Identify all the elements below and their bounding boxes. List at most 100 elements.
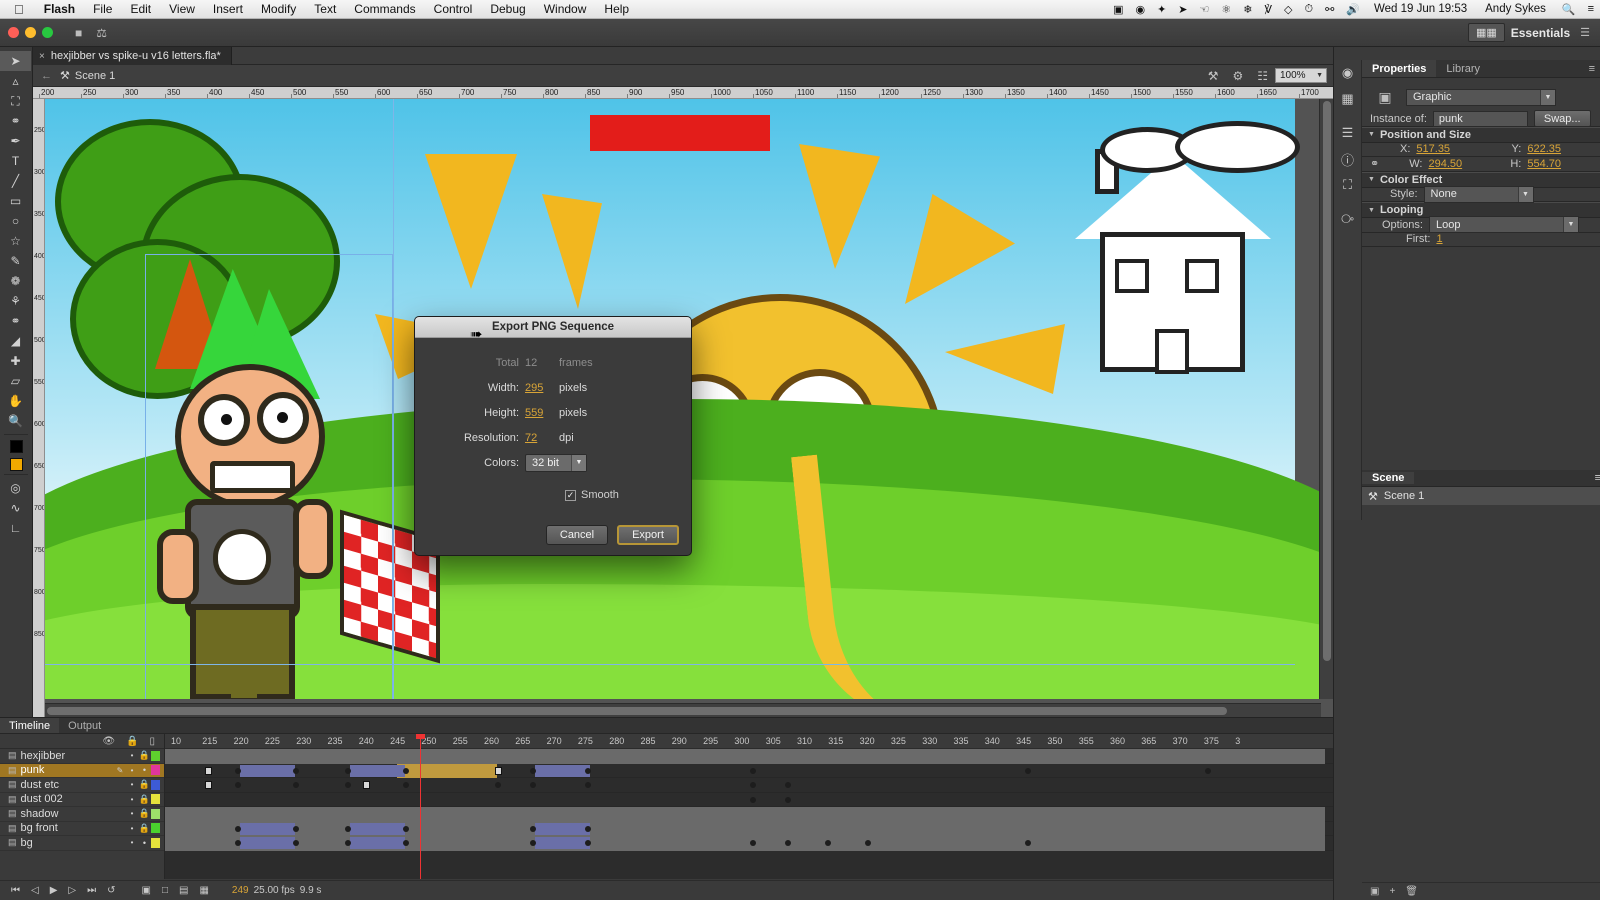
keyframe[interactable] [345,767,351,774]
search-icon[interactable]: 🔍 [1556,3,1582,16]
blank-keyframe[interactable] [205,766,212,775]
user-name[interactable]: Andy Sykes [1475,3,1556,15]
first-value[interactable]: 1 [1436,233,1442,245]
keyframe[interactable] [345,840,351,846]
edit-symbol-icon[interactable]: ⚙ [1225,69,1250,83]
menu-modify[interactable]: Modify [252,2,305,16]
frame-row[interactable] [165,821,1333,836]
minimize-window-button[interactable] [25,27,36,38]
frame-row[interactable] [165,807,1333,822]
keyframe[interactable] [825,840,831,846]
menu-edit[interactable]: Edit [121,2,160,16]
tool-pencil[interactable]: ✎ [0,251,31,271]
layer-outline-color[interactable] [151,750,160,761]
eye-icon[interactable]: 👁 [102,736,115,747]
stage-horizontal-scrollbar[interactable] [45,703,1321,717]
screen-record-icon[interactable]: ▣ [1107,3,1129,16]
apple-icon[interactable]:  [0,2,35,17]
workspace-menu-icon[interactable]: ☰ [1580,26,1600,39]
menu-control[interactable]: Control [425,2,482,16]
frame-ruler[interactable]: 10 215 220 225 230 235 240 245 250 255 260 265 270 27… [165,734,1333,749]
menu-insert[interactable]: Insert [204,2,252,16]
color-style-select[interactable]: None ▼ [1423,185,1534,203]
frame-row[interactable] [165,793,1333,807]
keyframe[interactable] [403,767,409,774]
workspace-label[interactable]: Essentials [1511,26,1580,40]
y-value[interactable]: 622.35 [1527,143,1561,155]
layer-visibility-toggle[interactable]: • [126,838,138,847]
keyframe[interactable] [585,825,591,832]
keyframe[interactable] [293,782,299,788]
keyframe[interactable] [235,782,241,788]
notification-center-icon[interactable]: ≡ [1582,3,1600,15]
color-swatches[interactable] [0,440,32,453]
menu-help[interactable]: Help [595,2,638,16]
edit-multiple-icon[interactable]: ▤ [176,885,191,896]
layer-visibility-toggle[interactable]: • [126,809,138,818]
keyframe[interactable] [1025,840,1031,846]
layer-visibility-toggle[interactable]: • [126,780,138,789]
motion-tween-span[interactable] [240,822,295,835]
keyframe[interactable] [1025,767,1031,774]
lock-icon[interactable]: 🔒 [126,736,138,747]
menu-file[interactable]: File [84,2,121,16]
keyframe[interactable] [495,782,501,788]
scrollbar-thumb[interactable] [1323,101,1331,661]
export-button[interactable]: Export [617,525,679,545]
workspace-switch-icon[interactable]: ▦▦ [1467,23,1505,42]
document-tab[interactable]: × hexjibber vs spike-u v16 letters.fla* [33,47,232,65]
layer-row-dust-002[interactable]: ▤ dust 002 • 🔒 [0,793,164,807]
fit-stage-icon[interactable]: ☷ [1250,69,1275,83]
layer-lock-toggle[interactable]: 🔒 [138,823,151,834]
tool-text[interactable]: T [0,151,31,171]
layer-name[interactable]: dust etc [21,779,126,791]
layer-visibility-toggle[interactable]: • [126,751,138,760]
menu-text[interactable]: Text [305,2,345,16]
paw-icon[interactable]: ❄ [1237,3,1258,16]
scrollbar-thumb[interactable] [47,707,1227,715]
layer-row-bg[interactable]: ▤ bg • • [0,836,164,851]
tool-pen[interactable]: ✒ [0,131,31,151]
stroke-color-swatch[interactable] [9,440,23,453]
eye-icon[interactable]: ◉ [1129,3,1151,16]
frame-span[interactable] [165,836,1325,851]
swap-button[interactable]: Swap... [1533,110,1591,128]
keyframe[interactable] [1205,767,1211,774]
motion-tween-span[interactable] [535,837,590,849]
frame-span[interactable] [165,749,1325,764]
tab-library[interactable]: Library [1436,60,1490,77]
looping-options-select[interactable]: Loop ▼ [1428,216,1579,234]
layer-name[interactable]: shadow [21,808,126,820]
close-icon[interactable]: × [39,51,45,62]
transform-icon[interactable]: ⛶ [1334,172,1361,198]
fill-color-swatch[interactable] [9,458,23,471]
onion-outline-icon[interactable]: □ [159,885,171,896]
frames-area[interactable]: 10 215 220 225 230 235 240 245 250 255 260 265 270 27… [165,734,1333,879]
hand-icon[interactable]: ☜ [1194,3,1216,16]
keyframe[interactable] [345,782,351,788]
layer-lock-toggle[interactable]: 🔒 [138,779,151,790]
smooth-checkbox[interactable]: ✓ [565,489,576,501]
layer-row-bg-front[interactable]: ▤ bg front • 🔒 [0,822,164,836]
export-png-sequence-dialog[interactable]: Export PNG Sequence Total 12 frames Widt… [414,316,692,556]
frame-span[interactable] [165,821,1325,836]
keyframe[interactable] [585,767,591,774]
tool-brush[interactable]: ❁ [0,271,31,291]
tool-bone[interactable]: ⚭ [0,311,31,331]
menu-flash[interactable]: Flash [35,2,84,16]
tool-eyedropper[interactable]: ✚ [0,351,31,371]
layer-lock-toggle[interactable]: 🔒 [138,808,151,819]
resize-corner[interactable] [1586,886,1600,900]
playhead-head[interactable] [416,734,425,739]
motion-tween-span[interactable] [535,764,590,777]
keyframe[interactable] [530,825,536,832]
motion-editor-icon[interactable]: ⧂ [1334,206,1361,232]
tool-hand[interactable]: ✋ [0,391,31,411]
step-back-icon[interactable]: ◁ [28,885,42,896]
frame-row[interactable] [165,749,1333,764]
layer-row-hexjibber[interactable]: ▤ hexjibber • 🔒 [0,749,164,764]
keyframe[interactable] [530,840,536,846]
align-icon[interactable]: ☰ [1334,120,1361,146]
motion-tween-span[interactable] [535,822,590,835]
motion-tween-span[interactable] [350,764,405,777]
